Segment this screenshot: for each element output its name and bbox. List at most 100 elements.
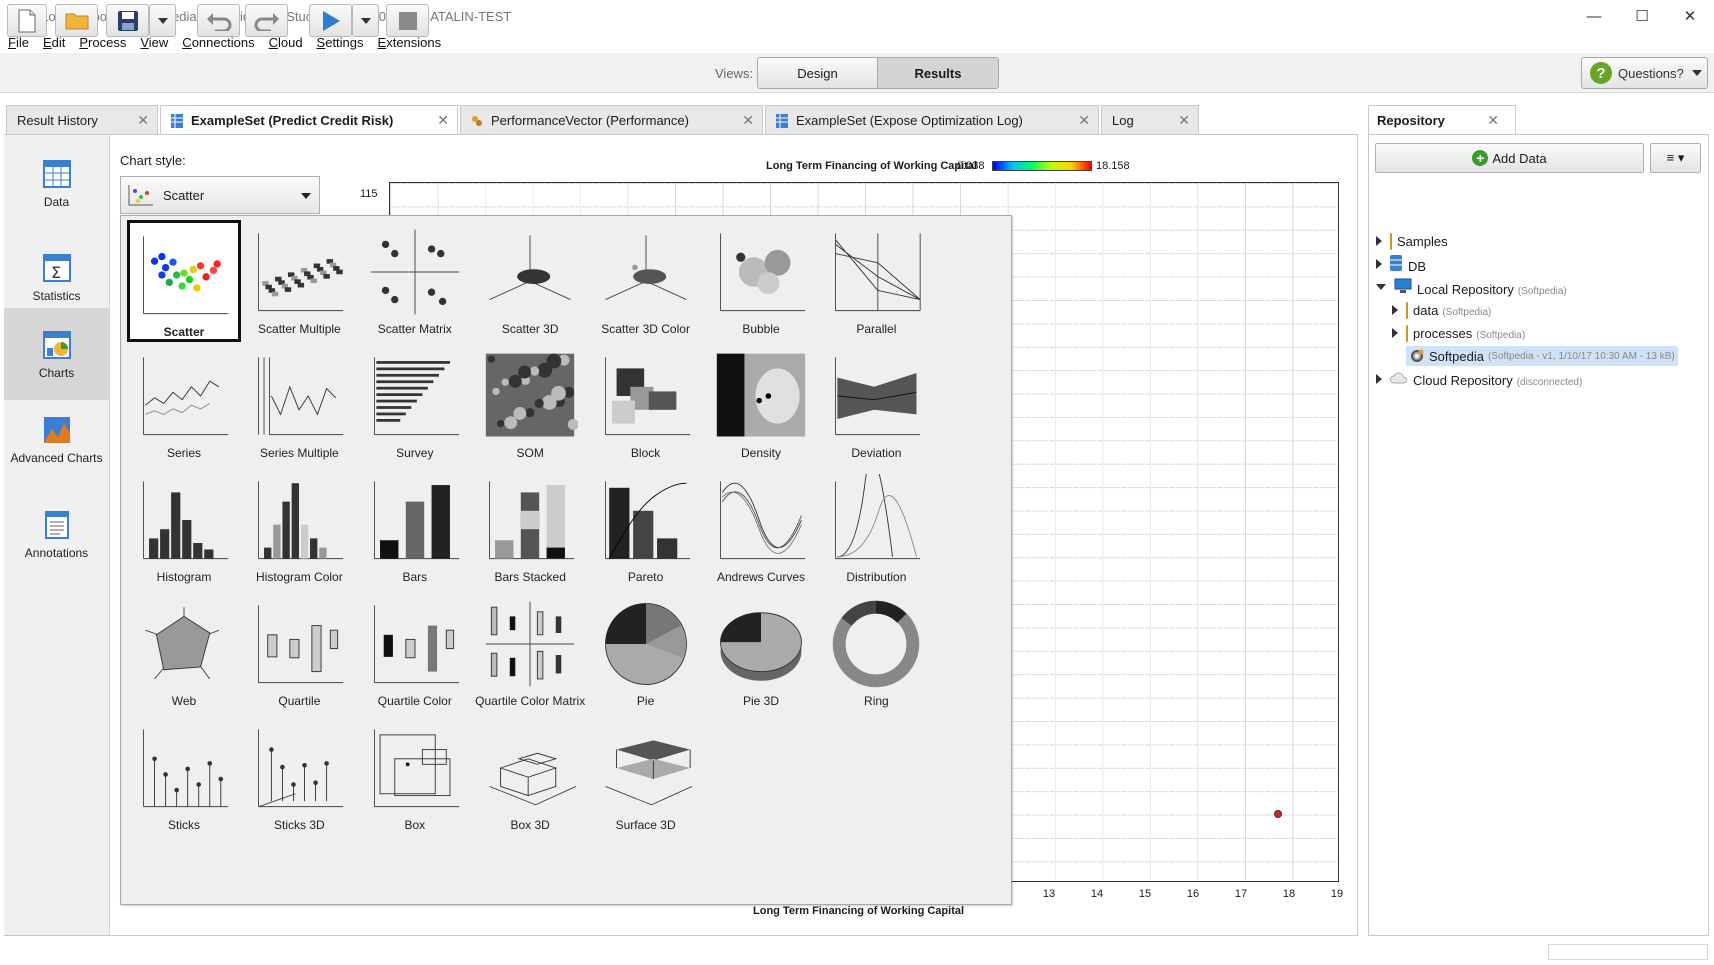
chart-style-option-quartile[interactable]: Quartile: [242, 592, 356, 714]
close-window-button[interactable]: ✕: [1666, 0, 1714, 32]
chart-style-select[interactable]: Scatter: [120, 176, 320, 214]
bubble-chart-icon: [720, 233, 806, 312]
chart-style-option-block[interactable]: Block: [589, 344, 703, 466]
scatter-point[interactable]: [1274, 810, 1283, 818]
chevron-right-icon[interactable]: [1392, 305, 1398, 315]
chart-style-option-density[interactable]: Density: [704, 344, 818, 466]
chart-style-option-scatter-multiple[interactable]: Scatter Multiple: [242, 220, 356, 342]
repository-item-softpedia[interactable]: Softpedia (Softpedia - v1, 1/10/17 10:30 …: [1392, 345, 1678, 367]
close-icon[interactable]: ✕: [1487, 112, 1499, 129]
folder-icon: [1390, 232, 1392, 250]
chevron-right-icon[interactable]: [1376, 259, 1382, 269]
tab-log[interactable]: Log ✕: [1101, 105, 1199, 135]
chart-style-option-series[interactable]: Series: [127, 344, 241, 466]
chart-style-option-pie[interactable]: Pie: [589, 592, 703, 714]
nav-annotations[interactable]: Annotations: [4, 510, 109, 590]
chart-style-option-quartile-color[interactable]: Quartile Color: [358, 592, 472, 714]
design-view-button[interactable]: Design: [758, 58, 878, 88]
tab-exampleset-predict-credit-risk[interactable]: ExampleSet (Predict Credit Risk) ✕: [160, 105, 458, 135]
chart-style-option-distribution[interactable]: Distribution: [819, 468, 933, 590]
repository-item-processes[interactable]: processes (Softpedia): [1392, 322, 1525, 344]
close-icon[interactable]: ✕: [437, 112, 449, 129]
nav-data[interactable]: Data: [4, 159, 109, 239]
chart-style-label: Distribution: [846, 570, 907, 584]
histogram-chart-icon: [143, 481, 229, 560]
close-icon[interactable]: ✕: [1078, 112, 1090, 129]
chart-style-label: Scatter 3D: [501, 322, 559, 336]
chart-style-option-histogram[interactable]: Histogram: [127, 468, 241, 590]
run-process-button[interactable]: [309, 4, 352, 37]
database-icon: [1390, 254, 1402, 271]
chart-style-option-parallel[interactable]: Parallel: [819, 220, 933, 342]
nav-charts[interactable]: Charts: [4, 308, 109, 400]
repository-item-samples[interactable]: Samples: [1376, 230, 1452, 252]
series-multiple-chart-icon: [258, 357, 344, 436]
chevron-right-icon[interactable]: [1392, 328, 1398, 338]
repository-item-meta: (Softpedia - v1, 1/10/17 10:30 AM - 13 k…: [1487, 350, 1675, 362]
repository-item-cloud-repository[interactable]: Cloud Repository (disconnected): [1376, 368, 1582, 390]
minimize-button[interactable]: —: [1570, 0, 1618, 32]
close-icon[interactable]: ✕: [137, 112, 149, 129]
chart-style-option-scatter-matrix[interactable]: Scatter Matrix: [358, 220, 472, 342]
new-process-button[interactable]: [7, 4, 47, 37]
tab-result-history[interactable]: Result History ✕: [6, 105, 158, 135]
tab-repository[interactable]: Repository ✕: [1368, 105, 1516, 135]
chart-style-option-bars[interactable]: Bars: [358, 468, 472, 590]
plot-title: Long Term Financing of Working Capital: [766, 160, 978, 172]
repository-item-label: processes: [1413, 325, 1473, 341]
nav-advanced-charts[interactable]: Advanced Charts: [4, 415, 109, 505]
chart-style-option-andrews-curves[interactable]: Andrews Curves: [704, 468, 818, 590]
chart-style-option-bars-stacked[interactable]: Bars Stacked: [473, 468, 587, 590]
chart-style-option-survey[interactable]: Survey: [358, 344, 472, 466]
results-view-button[interactable]: Results: [878, 58, 998, 88]
save-options-dropdown[interactable]: [149, 4, 176, 37]
folder-icon: [1406, 324, 1408, 342]
chevron-down-icon[interactable]: [1376, 284, 1386, 290]
chart-style-option-sticks[interactable]: Sticks: [127, 716, 241, 838]
add-data-button[interactable]: + Add Data: [1375, 143, 1644, 173]
tab-label: Repository: [1377, 113, 1445, 128]
statistics-icon: Σ: [42, 254, 71, 282]
chart-style-label: Scatter 3D Color: [601, 322, 690, 336]
repository-item-data[interactable]: data (Softpedia): [1392, 299, 1491, 321]
chart-style-option-scatter[interactable]: Scatter: [127, 220, 241, 342]
chart-style-option-scatter-3d-color[interactable]: Scatter 3D Color: [589, 220, 703, 342]
stop-process-button[interactable]: [386, 4, 429, 37]
chart-style-option-quartile-color-matrix[interactable]: Quartile Color Matrix: [473, 592, 587, 714]
chart-style-option-sticks-3d[interactable]: Sticks 3D: [242, 716, 356, 838]
chart-style-option-scatter-3d[interactable]: Scatter 3D: [473, 220, 587, 342]
chevron-right-icon[interactable]: [1376, 236, 1382, 246]
chart-style-option-series-multiple[interactable]: Series Multiple: [242, 344, 356, 466]
chart-style-label: Box: [404, 818, 426, 832]
tab-exampleset-expose-optimization-log[interactable]: ExampleSet (Expose Optimization Log) ✕: [765, 105, 1099, 135]
chart-style-option-box-3d[interactable]: Box 3D: [473, 716, 587, 838]
save-process-button[interactable]: [106, 4, 149, 37]
chart-style-option-som[interactable]: SOM: [473, 344, 587, 466]
repository-item-local-repository[interactable]: Local Repository (Softpedia): [1376, 276, 1567, 298]
repository-menu-button[interactable]: ≡ ▾: [1650, 143, 1701, 173]
open-process-button[interactable]: [55, 4, 98, 37]
chart-style-option-ring[interactable]: Ring: [819, 592, 933, 714]
chevron-right-icon[interactable]: [1376, 374, 1382, 384]
run-options-dropdown[interactable]: [352, 4, 379, 37]
chart-style-label: Pie 3D: [742, 694, 780, 708]
chart-style-label: Scatter Matrix: [377, 322, 452, 336]
close-icon[interactable]: ✕: [742, 112, 754, 129]
chart-style-option-box[interactable]: Box: [358, 716, 472, 838]
tab-performance-vector[interactable]: PerformanceVector (Performance) ✕: [460, 105, 763, 135]
chart-style-label: SOM: [516, 446, 544, 460]
chart-style-option-pareto[interactable]: Pareto: [589, 468, 703, 590]
chart-style-option-histogram-color[interactable]: Histogram Color: [242, 468, 356, 590]
chart-style-option-web[interactable]: Web: [127, 592, 241, 714]
questions-button[interactable]: ? Questions?: [1581, 57, 1708, 89]
maximize-button[interactable]: ☐: [1618, 0, 1666, 32]
undo-button[interactable]: [197, 4, 240, 37]
pie-chart-icon: [604, 603, 687, 685]
repository-item-db[interactable]: DB: [1376, 253, 1430, 275]
chart-style-option-deviation[interactable]: Deviation: [819, 344, 933, 466]
chart-style-option-surface-3d[interactable]: Surface 3D: [589, 716, 703, 838]
chart-style-option-pie-3d[interactable]: Pie 3D: [704, 592, 818, 714]
chart-style-option-bubble[interactable]: Bubble: [704, 220, 818, 342]
close-icon[interactable]: ✕: [1178, 112, 1190, 129]
redo-button[interactable]: [245, 4, 288, 37]
